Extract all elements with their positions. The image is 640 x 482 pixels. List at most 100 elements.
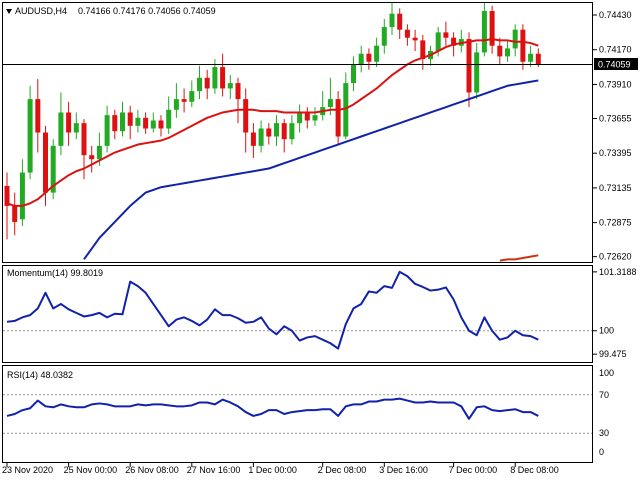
- candle-body: [250, 132, 256, 146]
- rsi-tick-label: 70: [599, 390, 609, 400]
- main-panel-frame: [2, 2, 593, 263]
- candle-body: [412, 37, 418, 41]
- candle-body: [112, 115, 118, 132]
- candle-body: [335, 99, 341, 137]
- candle-body: [435, 32, 441, 52]
- sma-slow-line: [83, 79, 539, 260]
- candle-body: [35, 99, 41, 133]
- candle-body: [535, 53, 541, 65]
- candle-body: [474, 52, 480, 93]
- candle-body: [389, 13, 395, 28]
- y-tick-label: 0.73655: [599, 113, 632, 123]
- candle-body: [274, 123, 279, 137]
- candle-body: [443, 32, 449, 38]
- candle-body: [104, 115, 110, 146]
- x-tick-label: 27 Nov 16:00: [187, 465, 241, 475]
- candle-body: [66, 112, 72, 133]
- x-tick-label: 23 Nov 2020: [2, 465, 53, 475]
- candle-body: [243, 99, 249, 133]
- candle-body: [89, 155, 95, 160]
- rsi-line: [6, 397, 539, 420]
- candle-body: [204, 77, 210, 89]
- candle-body: [58, 112, 64, 146]
- rsi-label: RSI(14) 48.0382: [7, 370, 73, 380]
- candle-body: [289, 123, 295, 140]
- candle-body: [73, 123, 79, 133]
- momentum-line: [6, 270, 539, 350]
- current-price-label: 0.74059: [598, 60, 631, 70]
- x-tick-label: 3 Dec 16:00: [379, 465, 428, 475]
- candle-body: [489, 11, 495, 46]
- candle-body: [181, 99, 187, 102]
- candle-body: [12, 205, 18, 222]
- y-tick-label: 0.74170: [599, 45, 632, 55]
- candle-body: [212, 67, 218, 89]
- y-tick-label: 0.74430: [599, 10, 632, 20]
- collapse-triangle-icon[interactable]: [6, 9, 12, 14]
- ohlc-values: 0.74166 0.74176 0.74056 0.74059: [78, 6, 216, 16]
- candle-body: [404, 29, 410, 38]
- candle-body: [497, 45, 503, 57]
- chart-area: 0.74430 0.74170 0.73910 0.73655 0.73395 0.731…: [0, 0, 640, 480]
- candle-body: [27, 99, 33, 173]
- candle-body: [381, 27, 387, 46]
- candle-body: [189, 91, 195, 102]
- y-tick-label: 0.72875: [599, 218, 632, 228]
- candle-body: [96, 145, 102, 160]
- candle-body: [235, 83, 241, 100]
- candle-body: [358, 53, 364, 65]
- candle-body: [19, 172, 25, 220]
- y-tick-label: 0.73395: [599, 148, 632, 158]
- y-tick-label: 0.73910: [599, 79, 632, 89]
- x-tick-label: 2 Dec 08:00: [318, 465, 367, 475]
- y-tick-label: 0.73135: [599, 183, 632, 193]
- x-tick-label: 1 Dec 00:00: [248, 465, 297, 475]
- momentum-tick-label: 99.475: [599, 349, 627, 359]
- x-tick-label: 8 Dec 08:00: [510, 465, 559, 475]
- candle-body: [120, 112, 125, 132]
- momentum-panel-frame: [2, 265, 593, 363]
- rsi-plot: [3, 394, 592, 434]
- candle-body: [297, 112, 303, 124]
- candle-body: [127, 112, 133, 126]
- candle-body: [481, 11, 487, 53]
- candle-body: [150, 120, 156, 129]
- candle-body: [81, 123, 87, 156]
- candle-body: [327, 99, 333, 108]
- candle-body: [343, 83, 349, 137]
- candle-body: [143, 117, 149, 129]
- candle-body: [43, 132, 48, 193]
- candle-body: [281, 123, 287, 140]
- y-tick-label: 0.72620: [599, 252, 632, 262]
- rsi-panel-frame: [2, 365, 593, 463]
- candle-body: [374, 45, 380, 62]
- candle-body: [505, 48, 510, 57]
- candle-body: [351, 64, 356, 84]
- rsi-tick-label: 0: [599, 447, 604, 457]
- candle-body: [227, 83, 233, 89]
- candle-body: [258, 128, 264, 146]
- main-plot: [4, 3, 541, 262]
- candle-body: [197, 77, 202, 92]
- candle-body: [220, 67, 226, 89]
- candle-body: [266, 128, 272, 137]
- candle-body: [166, 109, 172, 129]
- momentum-tick-label: 101.3188: [599, 267, 637, 277]
- candle-body: [397, 13, 403, 30]
- candle-body: [520, 29, 526, 62]
- candle-body: [512, 29, 518, 49]
- x-tick-label: 26 Nov 08:00: [125, 465, 179, 475]
- rsi-tick-label: 30: [599, 428, 609, 438]
- x-tick-label: 7 Dec 00:00: [449, 465, 498, 475]
- momentum-plot: [3, 270, 592, 350]
- x-tick-label: 25 Nov 00:00: [64, 465, 118, 475]
- candle-body: [528, 53, 534, 62]
- momentum-tick-label: 100: [599, 326, 614, 336]
- symbol-label: AUDUSD,H4: [15, 6, 67, 16]
- candle-body: [135, 117, 141, 126]
- candle-body: [366, 53, 372, 62]
- candle-body: [304, 112, 310, 121]
- candle-body: [312, 115, 318, 121]
- candle-body: [466, 39, 472, 93]
- rsi-tick-label: 100: [599, 368, 614, 378]
